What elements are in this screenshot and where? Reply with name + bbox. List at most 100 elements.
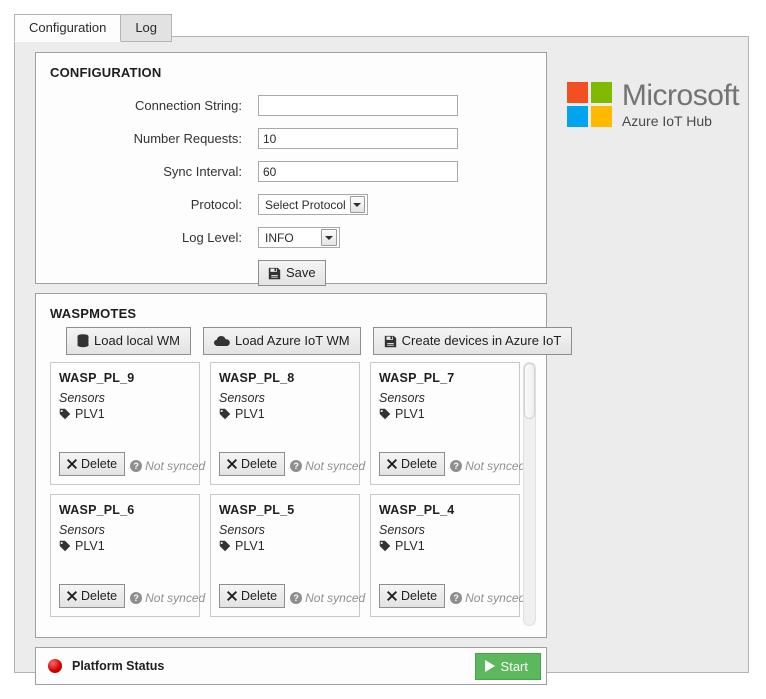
delete-button-label: Delete	[241, 457, 278, 471]
sensor-name: PLV1	[75, 539, 105, 553]
sync-status-badge: ? Not synced	[130, 459, 205, 473]
tag-icon	[219, 540, 231, 552]
x-icon	[227, 459, 237, 469]
delete-button-label: Delete	[401, 457, 438, 471]
sync-status-text: Not synced	[465, 591, 526, 605]
chevron-down-icon	[349, 196, 365, 213]
sensor-name: PLV1	[75, 407, 105, 421]
sensors-label: Sensors	[59, 523, 105, 537]
waspmote-name: WASP_PL_6	[59, 503, 135, 517]
x-icon	[387, 459, 397, 469]
delete-button[interactable]: Delete	[59, 452, 126, 476]
start-button[interactable]: Start	[474, 652, 541, 680]
sync-status-text: Not synced	[305, 459, 366, 473]
logo-square-red	[566, 81, 588, 103]
question-circle-icon: ?	[290, 460, 303, 472]
microsoft-azure-iot-hub-logo: Microsoft Azure IoT Hub	[557, 52, 749, 156]
protocol-select[interactable]: Select Protocol	[258, 194, 368, 215]
question-circle-icon: ?	[450, 460, 463, 472]
sync-interval-input[interactable]	[258, 161, 458, 182]
tab-configuration-label: Configuration	[29, 20, 107, 35]
form-row-protocol: Protocol: Select Protocol	[36, 188, 546, 221]
waspmote-name: WASP_PL_8	[219, 371, 295, 385]
x-icon	[387, 591, 397, 601]
sync-status-badge: ? Not synced	[450, 459, 525, 473]
configuration-title: CONFIGURATION	[50, 65, 162, 80]
waspmotes-toolbar: Load local WM Load Azure IoT WM Create d…	[66, 327, 573, 355]
delete-button[interactable]: Delete	[219, 584, 286, 608]
x-icon	[227, 591, 237, 601]
logo-square-green	[590, 81, 612, 103]
waspmotes-grid: WASP_PL_9 Sensors PLV1 Delete? Not synced WAS…	[50, 362, 525, 617]
waspmote-name: WASP_PL_7	[379, 371, 455, 385]
load-azure-iot-wm-label: Load Azure IoT WM	[234, 333, 350, 348]
sensor-name: PLV1	[395, 539, 425, 553]
play-icon	[484, 660, 495, 672]
form-row-connection-string: Connection String:	[36, 89, 546, 122]
chevron-down-icon	[321, 229, 337, 246]
waspmotes-scrollbar-thumb[interactable]	[524, 363, 535, 419]
waspmote-card: WASP_PL_4 Sensors PLV1 Delete? Not synced	[370, 494, 525, 617]
connection-string-label: Connection String:	[135, 98, 242, 113]
protocol-select-value: Select Protocol	[265, 197, 346, 212]
form-row-number-requests: Number Requests:	[36, 122, 546, 155]
protocol-label: Protocol:	[190, 197, 242, 212]
waspmote-card-footer: Delete? Not synced	[59, 584, 205, 608]
question-circle-icon: ?	[130, 592, 143, 604]
sensor-item: PLV1	[219, 539, 351, 553]
tab-configuration[interactable]: Configuration	[14, 14, 122, 42]
tag-icon	[379, 540, 391, 552]
waspmotes-scrollbar[interactable]	[523, 362, 536, 626]
log-level-select[interactable]: INFO	[258, 227, 340, 248]
sensor-item: PLV1	[59, 539, 191, 553]
platform-status-bar: Platform Status Start	[35, 647, 547, 685]
waspmote-card-footer: Delete ? Not synced	[219, 584, 365, 608]
floppy-disk-icon	[384, 335, 397, 348]
waspmote-name: WASP_PL_5	[219, 503, 295, 517]
sensors-label: Sensors	[379, 391, 425, 405]
start-button-label: Start	[500, 658, 528, 674]
connection-string-input[interactable]	[258, 95, 458, 116]
create-devices-in-azure-iot-button[interactable]: Create devices in Azure IoT	[372, 327, 573, 355]
sensors-label: Sensors	[59, 391, 105, 405]
waspmote-card-footer: Delete ? Not synced	[59, 452, 205, 476]
load-azure-iot-wm-button[interactable]: Load Azure IoT WM	[202, 327, 361, 355]
delete-button[interactable]: Delete	[379, 584, 446, 608]
sync-status-badge: ? Not synced	[290, 591, 365, 605]
delete-button-label: Delete	[81, 457, 118, 471]
sensors-label: Sensors	[379, 523, 425, 537]
save-button[interactable]: Save	[258, 260, 326, 286]
delete-button[interactable]: Delete	[379, 452, 446, 476]
tab-log-label: Log	[135, 20, 158, 35]
microsoft-squares-icon	[566, 81, 612, 127]
waspmotes-title: WASPMOTES	[50, 306, 137, 321]
waspmotes-section: WASPMOTES Load local WM Load Azure IoT W…	[35, 293, 573, 638]
brand-subtitle: Azure IoT Hub	[621, 112, 712, 129]
log-level-select-value: INFO	[265, 230, 294, 245]
save-button-label: Save	[286, 265, 316, 280]
delete-button[interactable]: Delete	[219, 452, 286, 476]
tab-log[interactable]: Log	[121, 14, 173, 42]
main-panel: CONFIGURATION Connection String: Number …	[14, 36, 749, 685]
sync-status-badge: ? Not synced	[290, 459, 365, 473]
question-circle-icon: ?	[450, 592, 463, 604]
configuration-section: CONFIGURATION Connection String: Number …	[35, 52, 547, 286]
tag-icon	[59, 540, 71, 552]
delete-button[interactable]: Delete	[59, 584, 126, 608]
number-requests-input[interactable]	[258, 128, 458, 149]
waspmote-card: WASP_PL_9 Sensors PLV1 Delete? Not synced	[50, 362, 205, 485]
sensor-item: PLV1	[379, 407, 511, 421]
logo-square-blue	[566, 105, 588, 127]
load-local-wm-button[interactable]: Load local WM	[66, 327, 191, 355]
waspmote-card: WASP_PL_8 Sensors PLV1 Delete? Not synced	[210, 362, 365, 485]
sensor-item: PLV1	[219, 407, 351, 421]
sync-interval-label: Sync Interval:	[163, 164, 242, 179]
configuration-form: Connection String: Number Requests: Sync…	[36, 89, 546, 292]
sensor-item: PLV1	[59, 407, 191, 421]
brand-name: Microsoft	[621, 78, 740, 112]
delete-button-label: Delete	[81, 589, 118, 603]
sync-status-text: Not synced	[305, 591, 366, 605]
cloud-icon	[213, 335, 230, 347]
waspmote-card: WASP_PL_5 Sensors PLV1 Delete? Not synced	[210, 494, 365, 617]
sync-status-text: Not synced	[465, 459, 526, 473]
